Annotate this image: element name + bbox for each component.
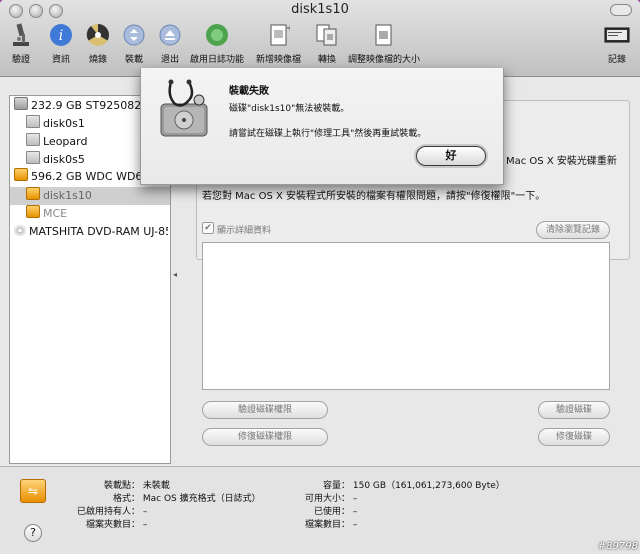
list-item-leopard[interactable]: Leopard: [26, 133, 87, 151]
toolbar-toggle-button[interactable]: [610, 4, 632, 16]
toolbar-new-image-button[interactable]: + 新增映像檔: [256, 22, 301, 68]
toolbar-burn-button[interactable]: 燒錄: [85, 22, 111, 68]
svg-text:+: +: [286, 23, 290, 34]
capacity-row: 容量： 150 GB（161,061,273,600 Byte）: [322, 481, 505, 491]
mount-point-row: 裝載點： 未裝載: [103, 481, 170, 491]
details-log-area[interactable]: [202, 242, 610, 390]
toolbar-log-button[interactable]: 記錄: [604, 22, 630, 68]
used-row: 已使用： –: [313, 507, 358, 517]
eject-icon: [157, 22, 183, 48]
volume-icon: [26, 151, 40, 164]
log-icon: [604, 22, 630, 48]
clear-log-button[interactable]: 清除瀏覽記錄: [536, 221, 610, 239]
list-item-dvd-drive[interactable]: MATSHITA DVD-RAM UJ-85: [14, 223, 168, 241]
owners-row: 已啟用持有人： –: [76, 507, 148, 517]
split-view-handle[interactable]: ◂: [173, 270, 177, 279]
ok-button[interactable]: 好: [416, 146, 486, 166]
burn-icon: [85, 22, 111, 48]
external-volume-icon: [26, 187, 40, 200]
repair-permissions-button[interactable]: 修復磁碟權限: [202, 428, 328, 446]
svg-text:i: i: [59, 28, 63, 44]
hard-disk-icon: [14, 97, 28, 110]
repair-disk-button[interactable]: 修復磁碟: [538, 428, 610, 446]
folders-row: 檔案夾數目： –: [85, 520, 148, 530]
sheet-message: 磁碟"disk1s10"無法被裝載。: [229, 104, 350, 114]
watermark: #89798: [597, 541, 638, 552]
available-row: 可用大小： –: [304, 494, 358, 504]
external-disk-icon: [14, 168, 28, 181]
volume-icon: [26, 115, 40, 128]
toolbar-resize-image-button[interactable]: 調整映像檔的大小: [348, 22, 420, 68]
list-item-disk0s1[interactable]: disk0s1: [26, 115, 85, 133]
files-row: 檔案數目： –: [304, 520, 358, 530]
toolbar-verify-button[interactable]: 驗證: [8, 22, 34, 68]
volume-icon: [26, 133, 40, 146]
mount-failed-sheet: 裝載失敗 磁碟"disk1s10"無法被裝載。 請嘗試在磁碟上執行"修理工具"然…: [140, 68, 504, 185]
toolbar-mount-button[interactable]: 裝載: [121, 22, 147, 68]
toolbar-info-button[interactable]: i 資訊: [48, 22, 74, 68]
list-item-disk0[interactable]: 232.9 GB ST9250827A: [14, 97, 156, 115]
toolbar-convert-button[interactable]: 轉換: [314, 22, 340, 68]
disk-utility-window: disk1s10 驗證 i 資訊 燒錄 裝載 退出 啟用日誌功能 新增映像檔 轉…: [0, 0, 640, 554]
sheet-title: 裝載失敗: [229, 86, 269, 97]
first-aid-info-tail: Mac OS X 安裝光碟重新: [506, 156, 617, 167]
microscope-icon: [8, 22, 34, 48]
toolbar-eject-button[interactable]: 退出: [157, 22, 183, 68]
repair-permissions-info: 若您對 Mac OS X 安裝程式所安裝的檔案有權限問題，請按"修復權限"一下。: [202, 191, 546, 202]
journal-icon: [204, 22, 230, 48]
list-item-disk1s10[interactable]: disk1s10: [10, 187, 170, 205]
toolbar-enable-journaling-button[interactable]: 啟用日誌功能: [190, 22, 244, 68]
mount-icon: [121, 22, 147, 48]
convert-icon: [314, 22, 340, 48]
new-image-icon: +: [266, 22, 292, 48]
usb-icon: ⇋: [20, 479, 46, 503]
show-details-label: 顯示詳細資料: [217, 226, 272, 236]
list-item-mce[interactable]: MCE: [26, 205, 67, 223]
disk-info-bar: ⇋ ? 裝載點： 未裝載 格式： Mac OS 擴充格式（日誌式） 已啟用持有人…: [0, 467, 640, 554]
format-row: 格式： Mac OS 擴充格式（日誌式）: [112, 494, 261, 504]
verify-disk-button[interactable]: 驗證磁碟: [538, 401, 610, 419]
window-title: disk1s10: [291, 2, 349, 17]
info-icon: i: [48, 22, 74, 48]
resize-image-icon: [371, 22, 397, 48]
sheet-detail: 請嘗試在磁碟上執行"修理工具"然後再重試裝載。: [229, 129, 427, 139]
verify-permissions-button[interactable]: 驗證磁碟權限: [202, 401, 328, 419]
show-details-checkbox[interactable]: ✔: [202, 222, 214, 234]
list-item-disk0s5[interactable]: disk0s5: [26, 151, 85, 169]
disk-utility-app-icon: [159, 78, 211, 140]
optical-disc-icon: [14, 225, 26, 236]
help-button[interactable]: ?: [24, 524, 42, 542]
title-bar: disk1s10 驗證 i 資訊 燒錄 裝載 退出 啟用日誌功能 新增映像檔 轉…: [0, 0, 640, 77]
external-volume-icon: [26, 205, 40, 218]
